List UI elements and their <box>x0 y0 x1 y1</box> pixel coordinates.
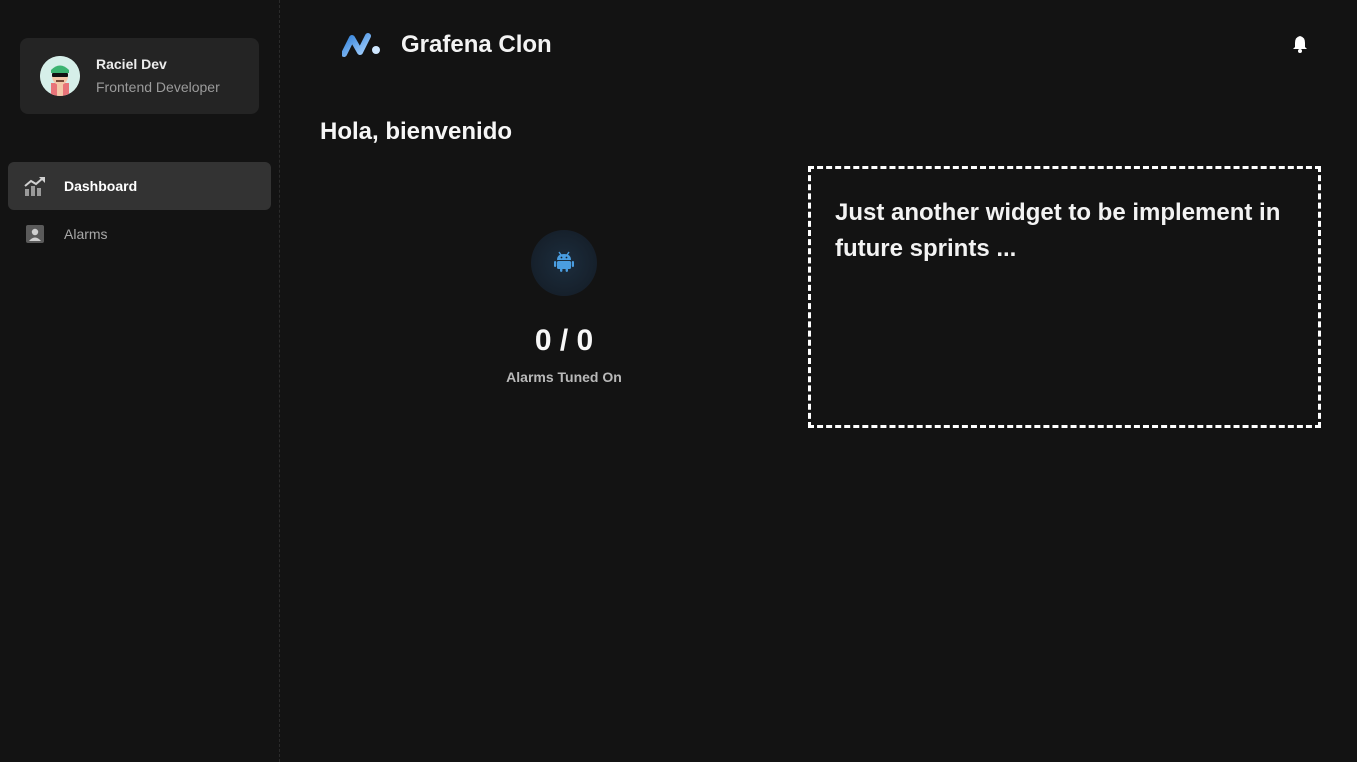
avatar <box>40 56 80 96</box>
user-card[interactable]: Raciel Dev Frontend Developer <box>20 38 259 114</box>
logo-icon <box>341 32 382 58</box>
page-title: Hola, bienvenido <box>320 118 513 145</box>
sidebar-item-label: Dashboard <box>64 178 138 194</box>
sidebar: Raciel Dev Frontend Developer Dashboard … <box>0 0 280 762</box>
widget-text: Just another widget to be implement in f… <box>835 199 1281 262</box>
user-square-icon <box>24 224 46 244</box>
alarms-stat: 0 / 0 Alarms Tuned On <box>480 230 648 390</box>
user-name: Raciel Dev <box>96 56 167 72</box>
placeholder-widget: Just another widget to be implement in f… <box>808 166 1321 428</box>
sidebar-item-alarms[interactable]: Alarms <box>8 210 271 258</box>
user-role: Frontend Developer <box>96 79 220 95</box>
stat-label: Alarms Tuned On <box>506 369 622 385</box>
stat-icon-badge <box>531 230 597 296</box>
chart-trend-icon <box>24 176 46 196</box>
stat-value: 0 / 0 <box>534 324 594 357</box>
bell-icon[interactable] <box>1290 34 1310 54</box>
sidebar-item-label: Alarms <box>64 226 108 242</box>
app-title: Grafena Clon <box>401 31 552 58</box>
sidebar-item-dashboard[interactable]: Dashboard <box>8 162 271 210</box>
